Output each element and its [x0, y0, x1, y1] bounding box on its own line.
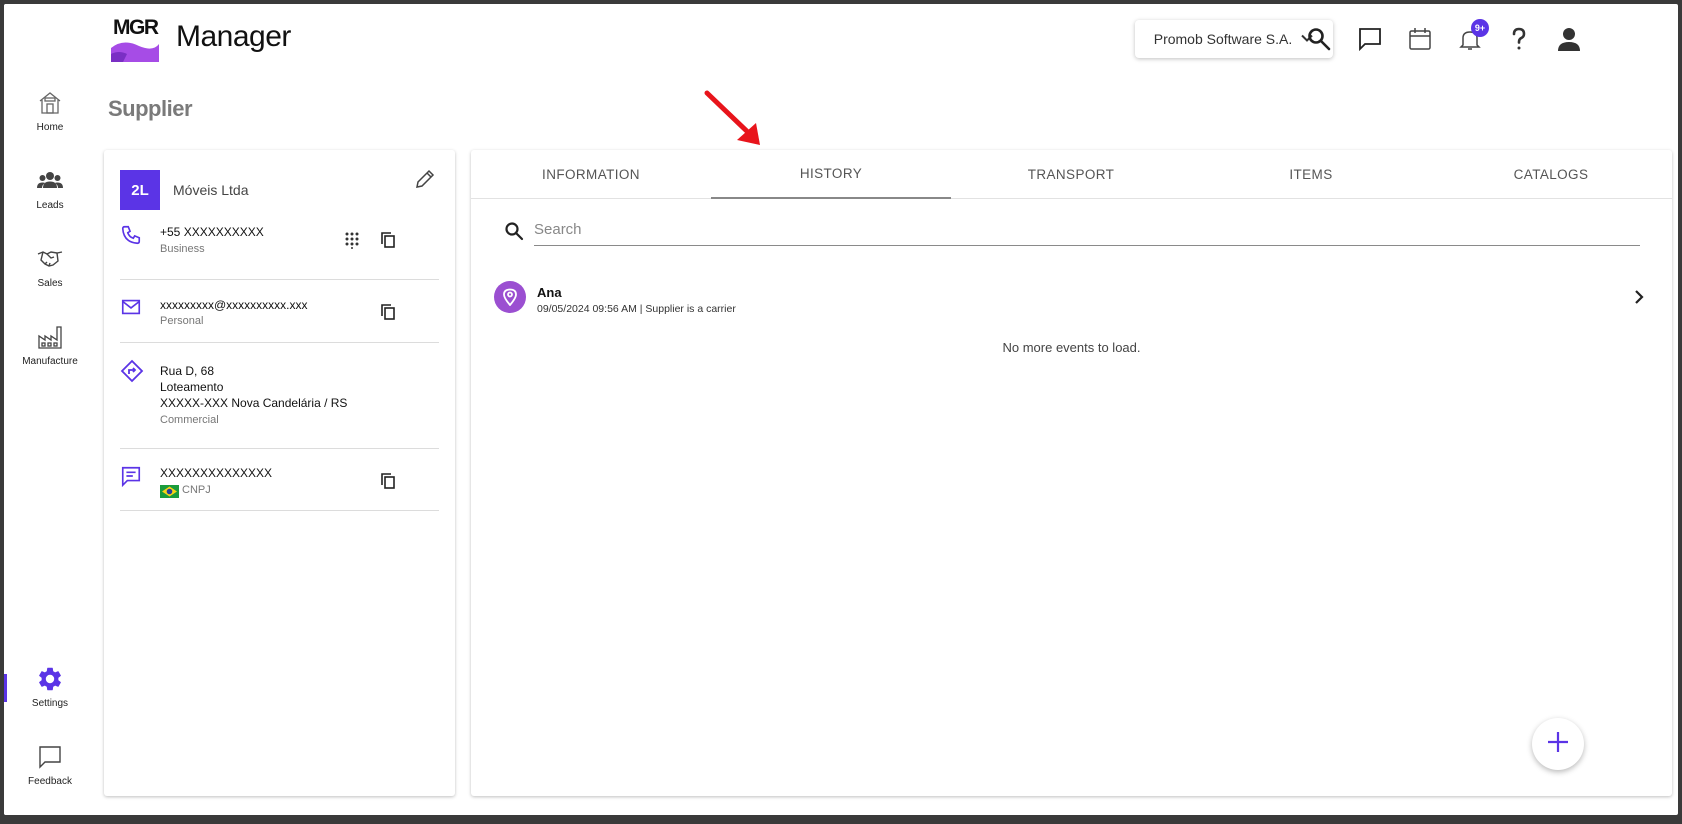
chevron-right-icon [1629, 287, 1649, 307]
copy-icon [379, 231, 397, 254]
home-icon [35, 88, 65, 118]
no-more-events-message: No more events to load. [1002, 340, 1141, 355]
supplier-details-card: INFORMATION HISTORY TRANSPORT ITEMS CATA… [471, 150, 1672, 796]
tab-bar: INFORMATION HISTORY TRANSPORT ITEMS CATA… [471, 150, 1672, 199]
history-search [503, 214, 1640, 246]
tab-history[interactable]: HISTORY [711, 150, 951, 199]
company-select-value: Promob Software S.A. [1153, 31, 1293, 47]
sidebar-item-settings[interactable]: Settings [4, 664, 96, 709]
search-input[interactable] [534, 214, 1640, 246]
supplier-name: Móveis Ltda [173, 182, 249, 198]
event-details: 09/05/2024 09:56 AM | Supplier is a carr… [537, 303, 736, 315]
location-pin-icon [494, 281, 526, 313]
sidebar-item-home[interactable]: Home [4, 88, 96, 133]
app-logo: MGR [109, 14, 163, 64]
sidebar-item-label: Home [36, 122, 64, 133]
tab-catalogs[interactable]: CATALOGS [1431, 150, 1671, 199]
search-icon[interactable] [1304, 24, 1334, 54]
brazil-flag-icon [160, 485, 179, 498]
directions-icon [120, 359, 144, 383]
app-window: Home Leads Sales Manufacture Settings Fe… [4, 4, 1678, 815]
sidebar-item-label: Leads [36, 200, 64, 211]
phone-type: Business [160, 243, 205, 255]
gear-icon [35, 664, 65, 694]
sidebar-item-label: Manufacture [22, 356, 78, 367]
sidebar-item-leads[interactable]: Leads [4, 166, 96, 211]
search-icon [503, 220, 525, 242]
sidebar-item-label: Settings [31, 698, 69, 709]
email-value: xxxxxxxxx@xxxxxxxxxx.xxx [160, 298, 308, 312]
event-author: Ana [537, 285, 562, 300]
phone-value: +55 XXXXXXXXXX [160, 225, 264, 239]
sidebar-item-manufacture[interactable]: Manufacture [4, 322, 96, 367]
document-value: XXXXXXXXXXXXXX [160, 466, 273, 480]
logo-text: MGR [113, 16, 159, 39]
calendar-icon[interactable] [1405, 24, 1435, 54]
add-event-button[interactable] [1532, 718, 1584, 770]
document-row: XXXXXXXXXXXXXX CNPJ [120, 449, 439, 511]
handshake-icon [35, 244, 65, 274]
app-title: Manager [176, 20, 291, 53]
chat-icon [35, 742, 65, 772]
tab-transport[interactable]: TRANSPORT [951, 150, 1191, 199]
copy-icon [379, 303, 397, 326]
factory-icon [35, 322, 65, 352]
edit-supplier-button[interactable] [410, 166, 440, 196]
sidebar-item-label: Feedback [28, 776, 72, 787]
mail-icon [120, 296, 144, 320]
history-event-item[interactable]: Ana 09/05/2024 09:56 AM | Supplier is a … [494, 281, 1649, 321]
plus-icon [1545, 729, 1571, 760]
address-line-2: Loteamento [160, 380, 224, 394]
bell-icon[interactable]: 9+ [1455, 19, 1489, 54]
page-title: Supplier [108, 96, 193, 121]
sidebar-item-sales[interactable]: Sales [4, 244, 96, 289]
tab-information[interactable]: INFORMATION [471, 150, 711, 199]
pencil-icon [414, 168, 436, 195]
email-type: Personal [160, 315, 204, 327]
annotation-arrow-icon [704, 90, 760, 145]
sidebar: Home Leads Sales Manufacture Settings Fe… [4, 4, 96, 815]
address-line-3: XXXXX-XXX Nova Candelária / RS [160, 396, 348, 410]
copy-icon [379, 472, 397, 495]
phone-icon [120, 224, 144, 248]
address-row: Rua D, 68 Loteamento XXXXX-XXX Nova Cand… [120, 343, 439, 449]
email-row: xxxxxxxxx@xxxxxxxxxx.xxx Personal [120, 280, 439, 343]
people-icon [35, 166, 65, 196]
notification-badge: 9+ [1471, 19, 1489, 37]
address-line-1: Rua D, 68 [160, 364, 215, 378]
dialpad-icon [344, 231, 360, 254]
copy-document-button[interactable] [376, 471, 400, 495]
help-icon[interactable] [1504, 24, 1534, 54]
document-icon [120, 465, 144, 489]
sidebar-item-label: Sales [37, 278, 63, 289]
user-account-icon[interactable] [1554, 24, 1584, 54]
tab-items[interactable]: ITEMS [1191, 150, 1431, 199]
dialpad-button[interactable] [340, 230, 364, 254]
document-type: CNPJ [182, 484, 211, 496]
supplier-info-card: 2L Móveis Ltda +55 XXXXXXXXXX Business x… [104, 150, 455, 796]
messages-icon[interactable] [1355, 24, 1385, 54]
supplier-avatar: 2L [120, 170, 160, 210]
phone-row: +55 XXXXXXXXXX Business [120, 218, 439, 280]
address-type: Commercial [160, 414, 219, 426]
copy-phone-button[interactable] [376, 230, 400, 254]
sidebar-item-feedback[interactable]: Feedback [4, 742, 96, 787]
copy-email-button[interactable] [376, 302, 400, 326]
